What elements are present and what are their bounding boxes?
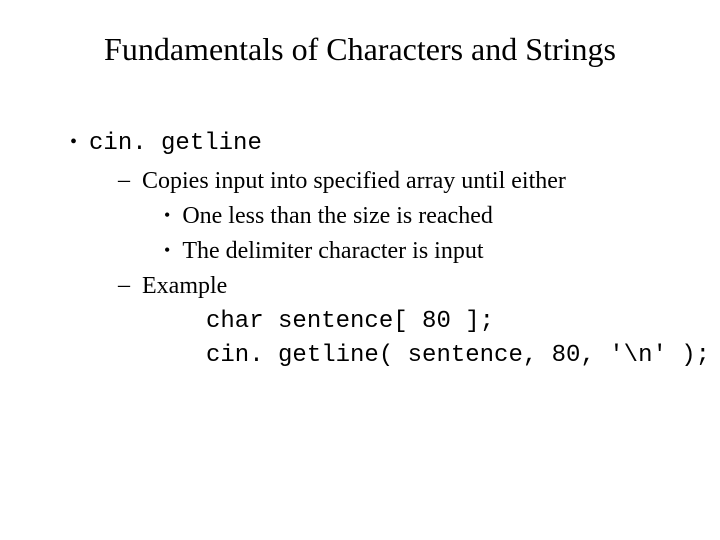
bullet-level3: • One less than the size is reached	[164, 201, 680, 232]
code-line: char sentence[ 80 ];	[206, 306, 680, 337]
slide-title: Fundamentals of Characters and Strings	[40, 30, 680, 68]
bullet-level1: • cin. getline	[70, 128, 680, 159]
bullet-text: One less than the size is reached	[182, 201, 493, 232]
slide: Fundamentals of Characters and Strings •…	[0, 0, 720, 540]
bullet-marker-dot: •	[164, 236, 170, 264]
bullet-marker-dash: –	[118, 271, 130, 299]
bullet-marker-dot: •	[70, 128, 77, 156]
bullet-text: Copies input into specified array until …	[142, 166, 566, 197]
bullet-marker-dot: •	[164, 201, 170, 229]
code-line: cin. getline( sentence, 80, '\n' );	[206, 340, 680, 371]
bullet-text-code: cin. getline	[89, 128, 262, 159]
bullet-level2: – Copies input into specified array unti…	[118, 166, 680, 197]
bullet-marker-dash: –	[118, 166, 130, 194]
bullet-text: Example	[142, 271, 227, 302]
bullet-level2: – Example	[118, 271, 680, 302]
bullet-level3: • The delimiter character is input	[164, 236, 680, 267]
slide-content: • cin. getline – Copies input into speci…	[40, 128, 680, 370]
bullet-text: The delimiter character is input	[182, 236, 483, 267]
